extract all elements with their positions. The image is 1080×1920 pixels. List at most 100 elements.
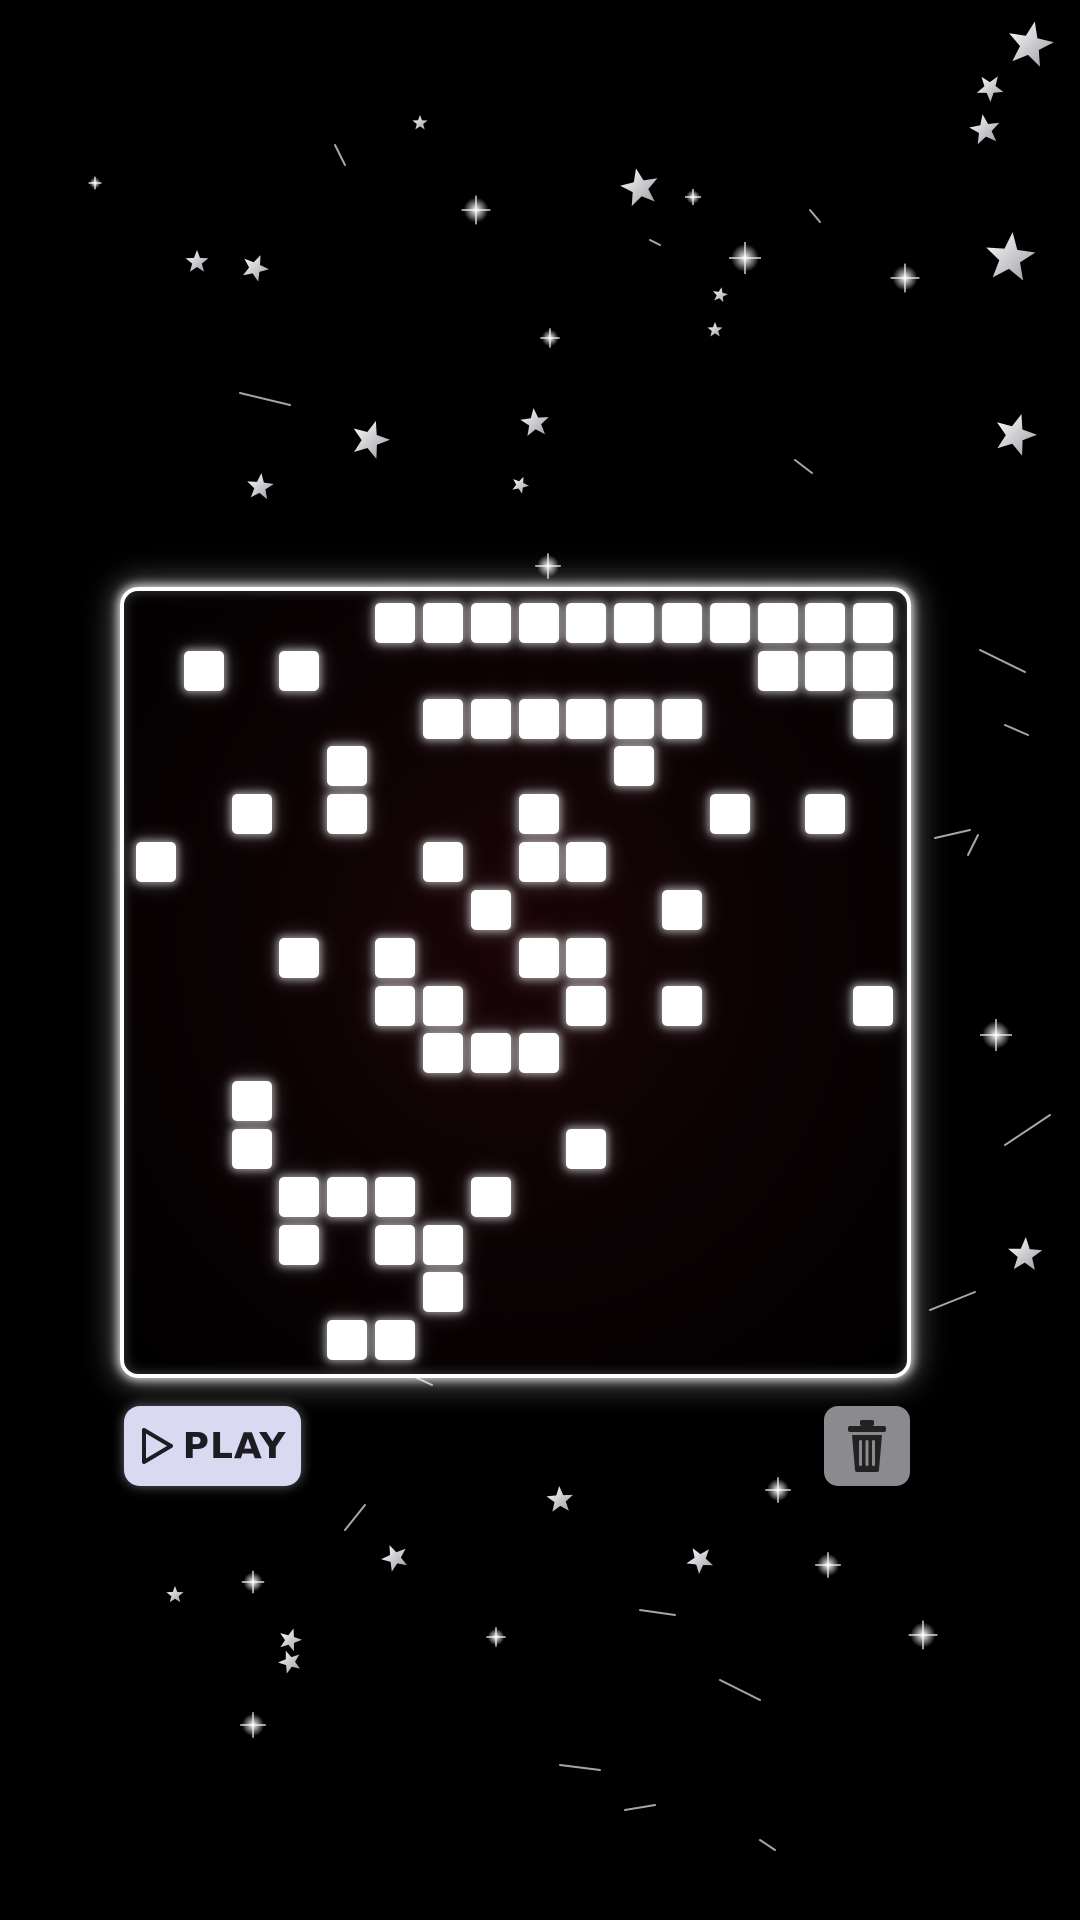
grid-cell-empty[interactable] — [232, 1320, 272, 1360]
grid-cell-empty[interactable] — [279, 1081, 319, 1121]
grid-cell-filled[interactable] — [422, 842, 463, 883]
grid-cell-empty[interactable] — [423, 1320, 463, 1360]
grid-cell-empty[interactable] — [758, 986, 798, 1026]
grid-cell-empty[interactable] — [614, 1320, 654, 1360]
grid-cell-empty[interactable] — [805, 1033, 845, 1073]
grid-cell-empty[interactable] — [471, 938, 511, 978]
grid-cell-empty[interactable] — [853, 938, 893, 978]
grid-cell-empty[interactable] — [758, 699, 798, 739]
grid-cell-empty[interactable] — [279, 842, 319, 882]
grid-cell-empty[interactable] — [327, 651, 367, 691]
grid-cell-empty[interactable] — [136, 651, 176, 691]
grid-cell-empty[interactable] — [710, 651, 750, 691]
grid-cell-empty[interactable] — [710, 1225, 750, 1265]
grid-cell-filled[interactable] — [661, 985, 702, 1026]
grid-cell-empty[interactable] — [519, 1272, 559, 1312]
grid-cell-empty[interactable] — [279, 890, 319, 930]
grid-cell-filled[interactable] — [231, 1128, 272, 1169]
grid-cell-empty[interactable] — [566, 1081, 606, 1121]
grid-cell-empty[interactable] — [805, 1320, 845, 1360]
grid-cell-empty[interactable] — [232, 603, 272, 643]
grid-cell-empty[interactable] — [662, 1033, 702, 1073]
grid-cell-filled[interactable] — [661, 603, 702, 643]
grid-cell-empty[interactable] — [375, 699, 415, 739]
grid-cell-empty[interactable] — [614, 794, 654, 834]
grid-cell-empty[interactable] — [232, 746, 272, 786]
grid-cell-empty[interactable] — [519, 986, 559, 1026]
grid-cell-empty[interactable] — [184, 890, 224, 930]
grid-cell-empty[interactable] — [327, 842, 367, 882]
grid-cell-empty[interactable] — [853, 1033, 893, 1073]
grid-cell-empty[interactable] — [710, 746, 750, 786]
grid-cell-empty[interactable] — [519, 746, 559, 786]
grid-cell-empty[interactable] — [184, 938, 224, 978]
grid-cell-empty[interactable] — [184, 1177, 224, 1217]
grid-cell-empty[interactable] — [805, 938, 845, 978]
grid-cell-empty[interactable] — [566, 651, 606, 691]
grid-cell-empty[interactable] — [184, 794, 224, 834]
grid-cell-filled[interactable] — [422, 1272, 463, 1313]
grid-cell-filled[interactable] — [805, 794, 846, 835]
grid-cell-empty[interactable] — [327, 1225, 367, 1265]
grid-cell-empty[interactable] — [519, 1177, 559, 1217]
grid-cell-filled[interactable] — [422, 698, 463, 739]
grid-cell-empty[interactable] — [471, 1081, 511, 1121]
grid-cell-filled[interactable] — [470, 603, 511, 643]
grid-cell-empty[interactable] — [423, 1177, 463, 1217]
grid-cell-empty[interactable] — [375, 651, 415, 691]
grid-cell-filled[interactable] — [853, 985, 894, 1026]
grid-cell-filled[interactable] — [614, 698, 655, 739]
grid-cell-empty[interactable] — [805, 1081, 845, 1121]
grid-cell-filled[interactable] — [470, 698, 511, 739]
grid-cell-empty[interactable] — [423, 890, 463, 930]
grid-cell-empty[interactable] — [710, 1129, 750, 1169]
grid-cell-empty[interactable] — [136, 890, 176, 930]
grid-cell-empty[interactable] — [423, 938, 463, 978]
grid-cell-empty[interactable] — [566, 794, 606, 834]
grid-cell-empty[interactable] — [327, 890, 367, 930]
grid-cell-filled[interactable] — [566, 603, 607, 643]
grid-cell-empty[interactable] — [232, 1033, 272, 1073]
grid-cell-empty[interactable] — [614, 890, 654, 930]
grid-cell-empty[interactable] — [471, 1129, 511, 1169]
grid-cell-filled[interactable] — [709, 603, 750, 643]
grid-cell-filled[interactable] — [327, 1320, 368, 1361]
grid-cell-empty[interactable] — [471, 842, 511, 882]
grid-cell-empty[interactable] — [805, 890, 845, 930]
grid-cell-empty[interactable] — [232, 699, 272, 739]
grid-cell-filled[interactable] — [327, 794, 368, 835]
grid-cell-empty[interactable] — [710, 699, 750, 739]
grid-cell-empty[interactable] — [327, 938, 367, 978]
grid-cell-empty[interactable] — [232, 651, 272, 691]
grid-cell-empty[interactable] — [136, 986, 176, 1026]
grid-cell-empty[interactable] — [136, 1177, 176, 1217]
grid-cell-empty[interactable] — [710, 1320, 750, 1360]
grid-cell-empty[interactable] — [758, 842, 798, 882]
grid-cell-empty[interactable] — [710, 890, 750, 930]
grid-cell-empty[interactable] — [566, 1320, 606, 1360]
grid-cell-empty[interactable] — [566, 1272, 606, 1312]
grid-cell-empty[interactable] — [614, 651, 654, 691]
clear-button[interactable] — [824, 1406, 910, 1486]
grid-cell-empty[interactable] — [710, 986, 750, 1026]
grid-cell-empty[interactable] — [758, 1225, 798, 1265]
grid-cell-filled[interactable] — [422, 1033, 463, 1074]
grid-cell-empty[interactable] — [423, 651, 463, 691]
grid-cell-empty[interactable] — [279, 794, 319, 834]
grid-cell-empty[interactable] — [471, 986, 511, 1026]
grid-cell-empty[interactable] — [327, 1272, 367, 1312]
grid-cell-filled[interactable] — [375, 985, 416, 1026]
grid-cell-empty[interactable] — [279, 986, 319, 1026]
grid-cell-empty[interactable] — [375, 1272, 415, 1312]
grid-cell-filled[interactable] — [566, 985, 607, 1026]
grid-cell-empty[interactable] — [853, 794, 893, 834]
grid-cell-filled[interactable] — [518, 937, 559, 978]
grid-cell-empty[interactable] — [662, 1225, 702, 1265]
grid-cell-empty[interactable] — [662, 651, 702, 691]
grid-cell-empty[interactable] — [614, 986, 654, 1026]
grid-cell-filled[interactable] — [518, 603, 559, 643]
grid-cell-filled[interactable] — [375, 1176, 416, 1217]
grid-cell-empty[interactable] — [710, 938, 750, 978]
grid-cell-filled[interactable] — [661, 889, 702, 930]
grid-cell-filled[interactable] — [518, 698, 559, 739]
